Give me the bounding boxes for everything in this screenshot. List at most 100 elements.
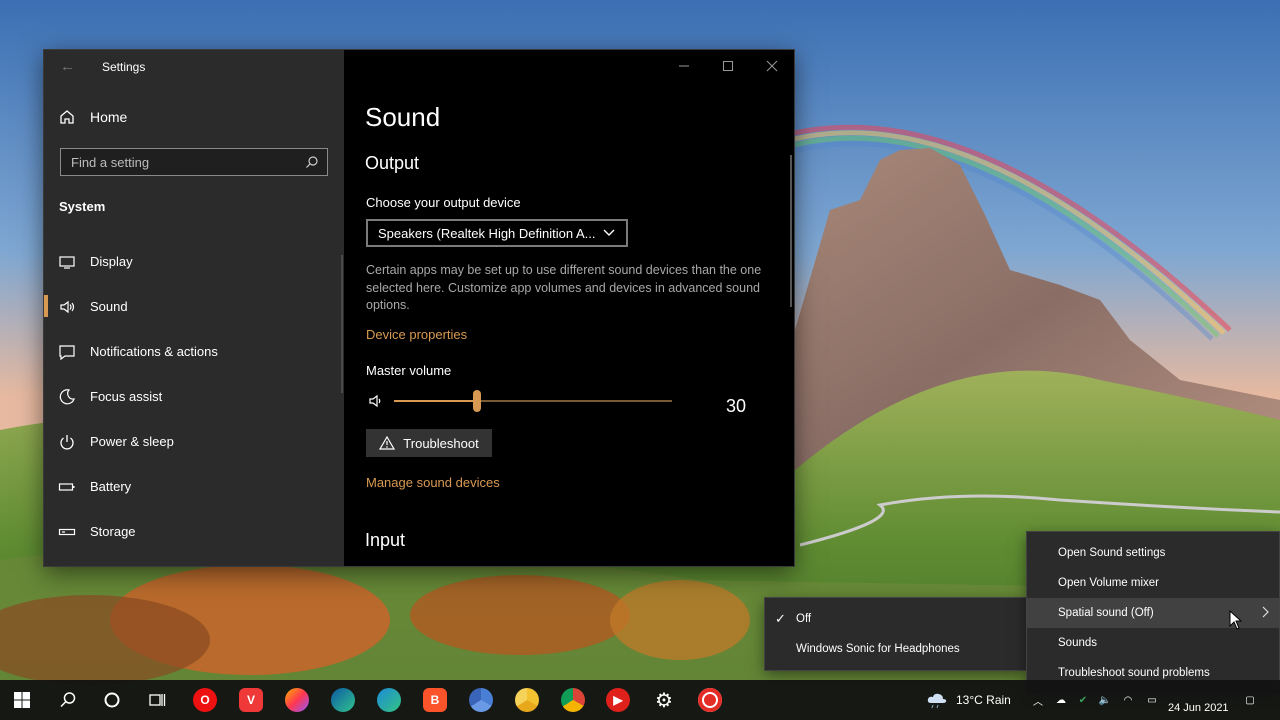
- submenu-item-label: Off: [796, 613, 812, 625]
- volume-icon[interactable]: [368, 393, 384, 414]
- troubleshoot-button[interactable]: Troubleshoot: [366, 429, 492, 457]
- submenu-item-windows-sonic[interactable]: Windows Sonic for Headphones: [765, 634, 1027, 664]
- submenu-item-label: Windows Sonic for Headphones: [796, 643, 960, 655]
- minimize-button[interactable]: [662, 50, 706, 82]
- sidebar-item-label: Display: [90, 254, 133, 269]
- chevron-down-icon: [603, 229, 615, 236]
- output-device-dropdown[interactable]: Speakers (Realtek High Definition A...: [366, 219, 628, 247]
- sidebar-item-notifications[interactable]: Notifications & actions: [44, 329, 340, 374]
- power-icon: [58, 433, 76, 451]
- menu-item-label: Open Volume mixer: [1058, 577, 1159, 589]
- gear-icon[interactable]: ⚙: [652, 688, 676, 712]
- section-title: System: [59, 199, 106, 214]
- nav-home-label: Home: [90, 109, 128, 125]
- checkmark-icon: ✓: [775, 611, 786, 626]
- weather-widget[interactable]: 13°C Rain: [926, 680, 1011, 720]
- task-view-icon: [149, 694, 166, 706]
- sidebar-item-battery[interactable]: Battery: [44, 464, 340, 509]
- weather-text: 13°C Rain: [956, 693, 1011, 707]
- search-icon[interactable]: [305, 155, 319, 169]
- network-icon[interactable]: ◠: [1122, 694, 1134, 706]
- window-title: Settings: [102, 60, 146, 74]
- volume-value: 30: [726, 396, 747, 416]
- notification-icon: [58, 343, 76, 361]
- chrome-blue-icon[interactable]: [469, 688, 493, 712]
- warning-icon: [379, 436, 396, 450]
- device-properties-link[interactable]: Device properties: [366, 327, 467, 342]
- home-icon: [58, 108, 76, 126]
- spatial-sound-submenu: ✓ Off Windows Sonic for Headphones: [765, 598, 1027, 670]
- menu-item-open-volume-mixer[interactable]: Open Volume mixer: [1027, 568, 1279, 598]
- cortana-icon: [104, 692, 120, 708]
- menu-item-label: Troubleshoot sound problems: [1058, 667, 1210, 679]
- chevron-right-icon: [1261, 606, 1269, 621]
- close-button[interactable]: [750, 50, 794, 82]
- speaker-icon: [58, 298, 76, 316]
- taskbar: O V B ▶ ⚙ 13°C Rain ︿ ☁ ✔ 🔈 ◠ ▭ ▢: [0, 680, 1280, 720]
- sidebar-item-label: Notifications & actions: [90, 344, 218, 359]
- brave-icon[interactable]: B: [423, 688, 447, 712]
- sidebar-item-label: Battery: [90, 479, 132, 494]
- close-icon: [766, 60, 778, 72]
- onedrive-icon[interactable]: ☁: [1055, 694, 1067, 706]
- search-icon: [60, 692, 76, 708]
- tray-chevron-up-icon[interactable]: ︿: [1032, 694, 1044, 708]
- menu-item-label: Spatial sound (Off): [1058, 607, 1154, 619]
- sidebar-item-display[interactable]: Display: [44, 239, 340, 284]
- output-heading: Output: [365, 153, 420, 173]
- youtube-music-icon[interactable]: ▶: [606, 688, 630, 712]
- back-arrow-icon[interactable]: ←: [60, 58, 75, 75]
- battery-icon: [58, 478, 76, 496]
- notifications-icon[interactable]: ▢: [1244, 694, 1256, 706]
- search-taskbar-button[interactable]: [56, 688, 80, 712]
- rain-cloud-icon: [927, 693, 947, 709]
- edge-can-icon[interactable]: [331, 688, 355, 712]
- menu-item-open-sound-settings[interactable]: Open Sound settings: [1027, 538, 1279, 568]
- taskbar-date: 24 Jun 2021: [1168, 702, 1229, 714]
- caption-buttons: [662, 50, 794, 82]
- sidebar-item-sound[interactable]: Sound: [44, 284, 340, 329]
- chrome-yellow-icon[interactable]: [515, 688, 539, 712]
- search-box[interactable]: [60, 148, 328, 176]
- manage-sound-devices-link[interactable]: Manage sound devices: [366, 475, 500, 490]
- security-icon[interactable]: ✔: [1077, 694, 1089, 706]
- content-scrollbar[interactable]: [790, 155, 792, 307]
- chrome-icon[interactable]: [561, 688, 585, 712]
- start-button[interactable]: [10, 688, 34, 712]
- submenu-item-off[interactable]: ✓ Off: [765, 604, 1027, 634]
- mouse-cursor-icon: [1229, 610, 1243, 630]
- firefox-icon[interactable]: [285, 688, 309, 712]
- sidebar-item-power-sleep[interactable]: Power & sleep: [44, 419, 340, 464]
- sound-page: Sound Output Choose your output device S…: [344, 50, 794, 566]
- menu-item-sounds[interactable]: Sounds: [1027, 628, 1279, 658]
- nav-home[interactable]: Home: [58, 108, 127, 126]
- search-input[interactable]: [69, 153, 305, 171]
- battery-tray-icon[interactable]: ▭: [1146, 694, 1158, 706]
- edge-icon[interactable]: [377, 688, 401, 712]
- sidebar-item-label: Sound: [90, 299, 128, 314]
- opera-icon[interactable]: O: [193, 688, 217, 712]
- page-title: Sound: [365, 102, 441, 132]
- task-view-button[interactable]: [145, 688, 169, 712]
- nav-list: Display Sound Notifications & actions Fo…: [44, 239, 340, 554]
- sidebar-item-label: Power & sleep: [90, 434, 174, 449]
- cortana-button[interactable]: [100, 688, 124, 712]
- output-device-value: Speakers (Realtek High Definition A...: [378, 225, 596, 241]
- troubleshoot-label: Troubleshoot: [403, 435, 479, 451]
- display-icon: [58, 253, 76, 271]
- maximize-icon: [723, 61, 733, 71]
- sidebar-item-storage[interactable]: Storage: [44, 509, 340, 554]
- sidebar-item-label: Storage: [90, 524, 136, 539]
- master-volume-label: Master volume: [366, 363, 452, 378]
- volume-tray-icon[interactable]: 🔈: [1099, 694, 1111, 706]
- maximize-button[interactable]: [706, 50, 750, 82]
- sidebar-item-focus-assist[interactable]: Focus assist: [44, 374, 340, 419]
- sidebar-scrollbar[interactable]: [341, 255, 343, 393]
- vivaldi-icon[interactable]: V: [239, 688, 263, 712]
- storage-icon: [58, 523, 76, 541]
- record-icon[interactable]: [698, 688, 722, 712]
- master-volume-slider[interactable]: [394, 390, 672, 412]
- sidebar-item-label: Focus assist: [90, 389, 163, 404]
- minimize-icon: [679, 65, 689, 67]
- volume-slider-thumb[interactable]: [473, 390, 481, 412]
